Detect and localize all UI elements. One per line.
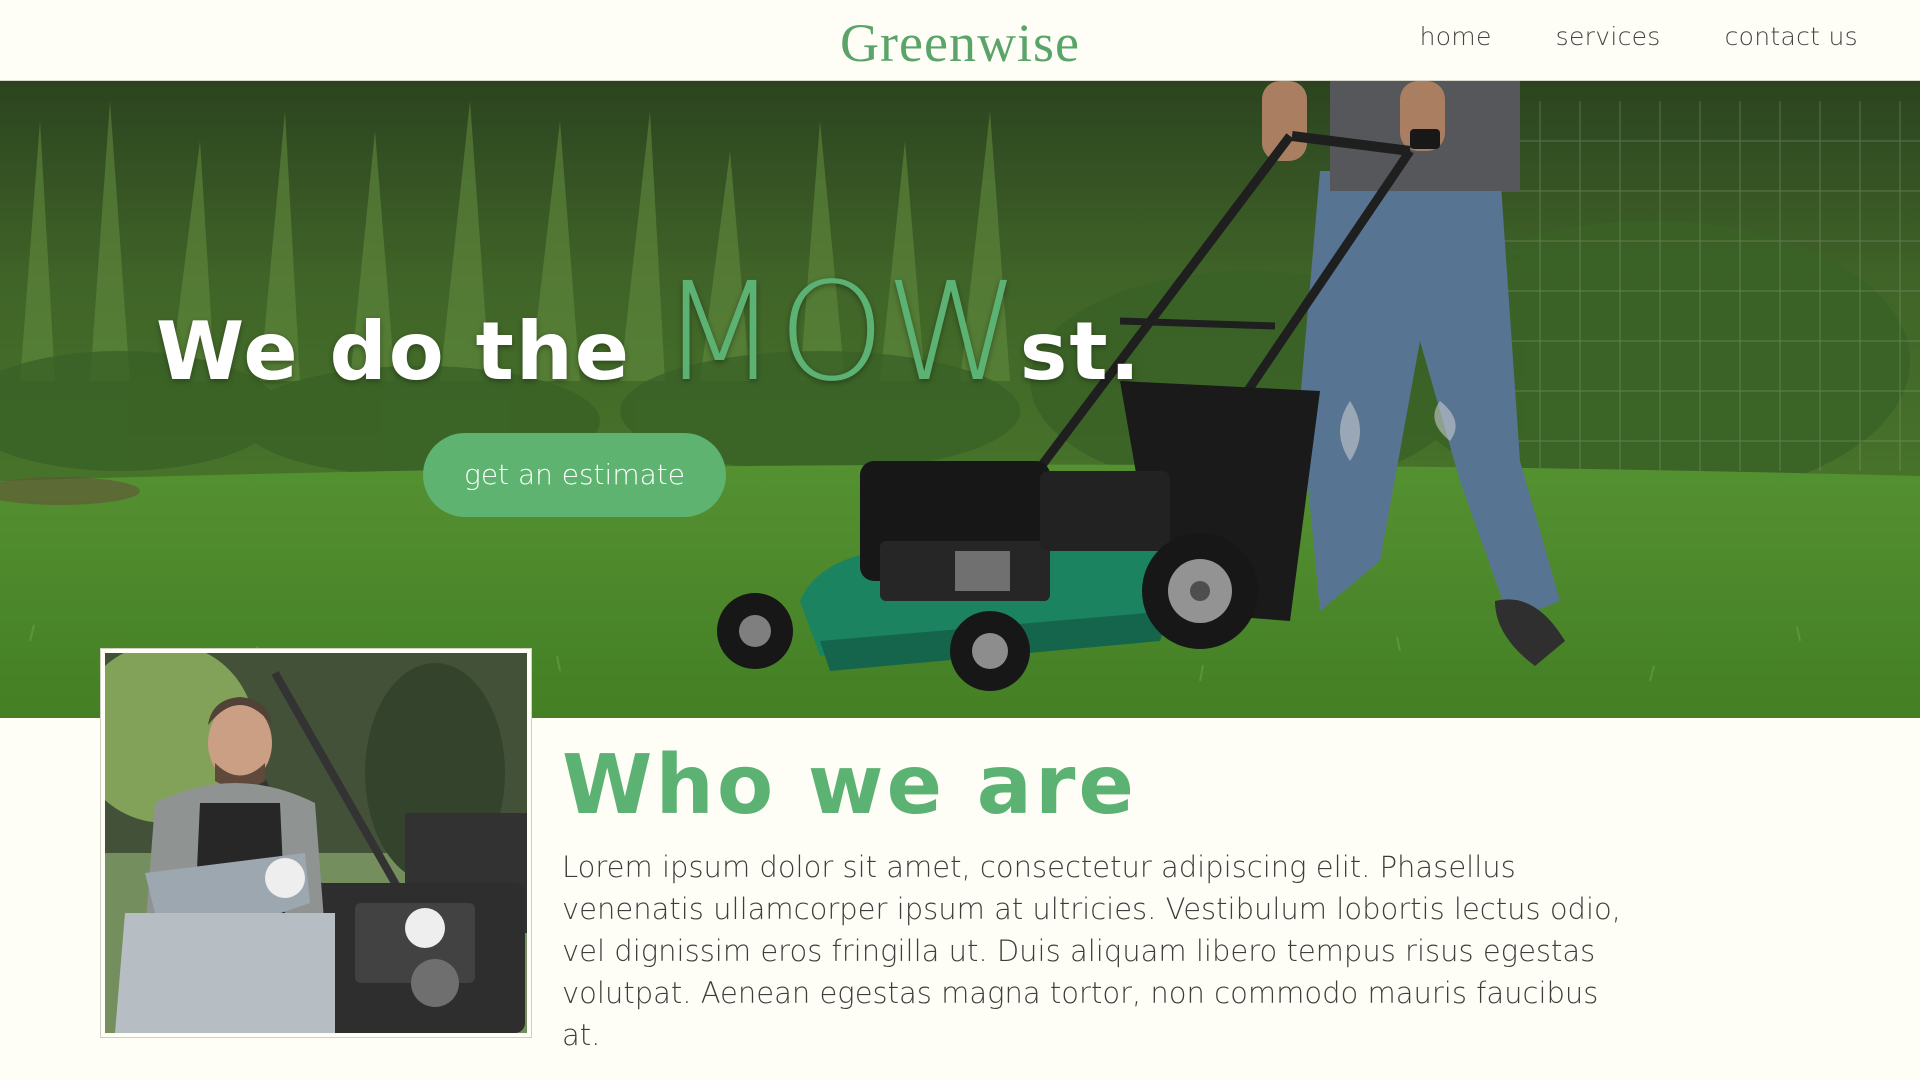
main-nav: home services contact us: [1356, 22, 1858, 51]
nav-services-link[interactable]: services: [1556, 22, 1661, 51]
about-title: Who we are: [562, 738, 1138, 833]
headline-suffix: st.: [1019, 305, 1142, 398]
site-header: Greenwise home services contact us: [0, 0, 1920, 81]
get-estimate-button[interactable]: get an estimate: [423, 433, 726, 517]
nav-home-link[interactable]: home: [1420, 22, 1492, 51]
worker-photo: [105, 653, 527, 1033]
hero-section: We do the MOWst. get an estimate: [0, 81, 1920, 718]
hero-headline: We do the MOWst.: [156, 254, 1142, 412]
about-photo-frame: [100, 648, 532, 1038]
nav-contact-link[interactable]: contact us: [1725, 22, 1858, 51]
headline-prefix: We do the: [156, 305, 661, 398]
headline-highlight: MOW: [660, 254, 1020, 412]
about-body: Lorem ipsum dolor sit amet, consectetur …: [562, 850, 1621, 1052]
